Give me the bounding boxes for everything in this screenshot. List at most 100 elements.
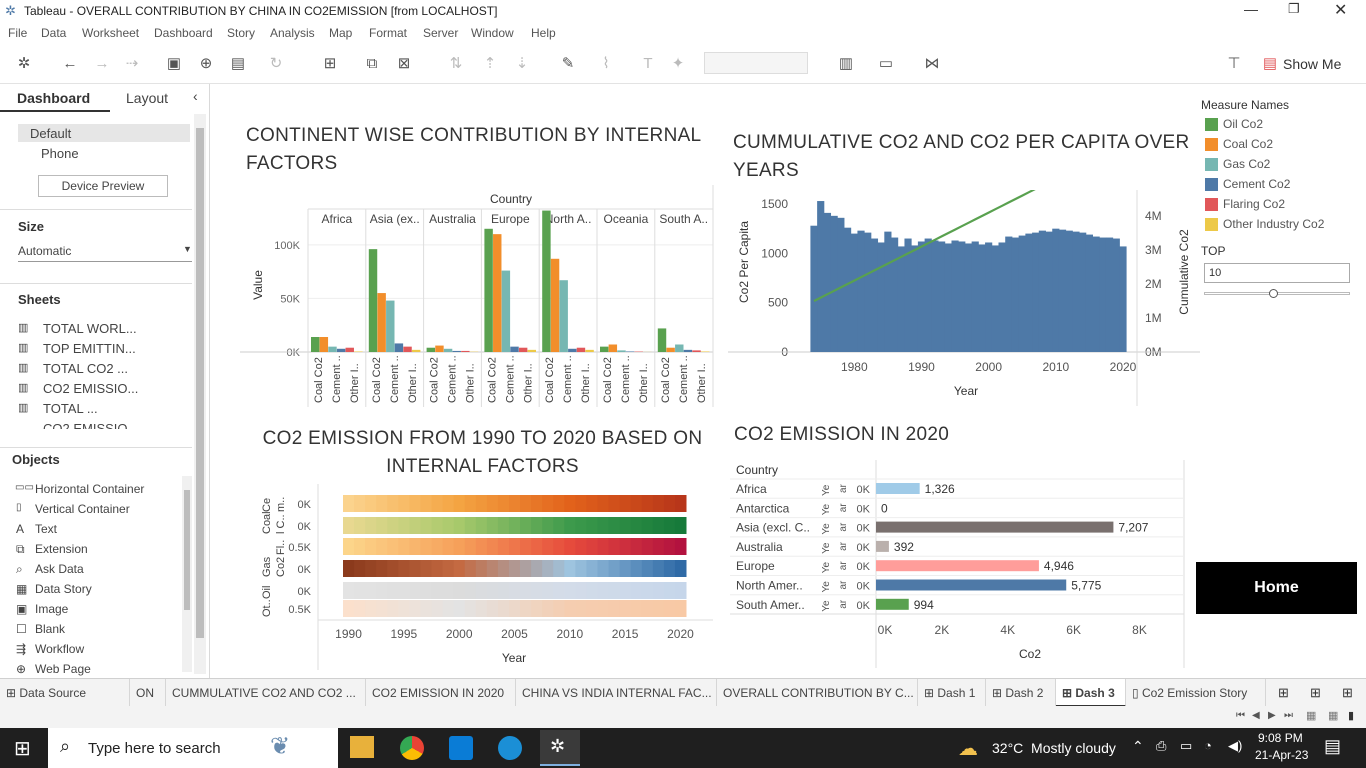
legend-item-label[interactable]: Gas Co2 (1223, 157, 1270, 171)
tab-dash1[interactable]: ⊞ Dash 1 (918, 679, 986, 707)
new-worksheet-icon[interactable]: ⊞ (320, 54, 340, 74)
menu-file[interactable]: File (8, 26, 27, 40)
chrome-icon[interactable] (400, 736, 424, 760)
presentation-icon[interactable]: ▭ (876, 54, 896, 74)
tab-data-source-label[interactable]: Data Source (19, 686, 86, 700)
legend-swatch[interactable] (1205, 158, 1218, 171)
restore-icon[interactable]: ❐ (1288, 1, 1300, 17)
menu-worksheet[interactable]: Worksheet (82, 26, 139, 40)
sheet-item[interactable]: CO2 EMISSIO... (43, 421, 138, 429)
device-default[interactable]: Default (30, 126, 71, 141)
search-placeholder[interactable]: Type here to search (88, 740, 221, 757)
sidebar-scrollbar[interactable] (194, 114, 206, 674)
object-data-story[interactable]: Data Story (35, 582, 92, 596)
weather-text[interactable]: 32°C Mostly cloudy (992, 740, 1116, 756)
tab-dash3[interactable]: ⊞ Dash 3 (1056, 679, 1126, 707)
device-preview-button[interactable]: Device Preview (38, 175, 168, 197)
size-select[interactable]: Automatic (18, 244, 71, 258)
tray-chevron-icon[interactable]: ⌃ (1132, 738, 1144, 755)
highlight-icon[interactable]: ✎ (558, 54, 578, 74)
object-blank[interactable]: Blank (35, 622, 65, 636)
legend-swatch[interactable] (1205, 198, 1218, 211)
labels-icon[interactable]: T (638, 54, 658, 74)
chart4-svg[interactable]: CountryAfrica Ye ar 0K 1,326Antarctica Ye ar 0K… (728, 456, 1193, 674)
legend-item-label[interactable]: Oil Co2 (1223, 117, 1263, 131)
tab-story[interactable]: ▯ Co2 Emission Story (1126, 679, 1266, 707)
sheet-item[interactable]: TOTAL WORL... (43, 321, 137, 336)
menu-map[interactable]: Map (329, 26, 352, 40)
device-phone[interactable]: Phone (41, 146, 79, 161)
tab-cumulative[interactable]: CUMMULATIVE CO2 AND CO2 ... (166, 679, 366, 707)
menu-format[interactable]: Format (369, 26, 407, 40)
group-icon[interactable]: ⌇ (596, 54, 616, 74)
save-icon[interactable]: ▣ (164, 54, 184, 74)
show-cards-icon[interactable]: ▥ (836, 54, 856, 74)
battery-icon[interactable]: ▭ (1180, 738, 1192, 754)
tab-layout[interactable]: Layout (126, 90, 168, 106)
slider-handle[interactable] (1269, 289, 1278, 298)
meet-icon[interactable]: ⎙ (1156, 738, 1166, 754)
legend-item-label[interactable]: Other Industry Co2 (1223, 217, 1324, 231)
tab-data-source[interactable]: ⊞ Data Source (0, 679, 130, 707)
taskbar-search[interactable]: ⌕ Type here to search ❦ (48, 728, 338, 768)
close-icon[interactable]: ✕ (1334, 0, 1347, 20)
fix-axes-icon[interactable]: ✦ (668, 54, 688, 74)
menu-data[interactable]: Data (41, 26, 66, 40)
object-horizontal-container[interactable]: Horizontal Container (35, 482, 144, 496)
tab-dash2-label[interactable]: Dash 2 (1005, 686, 1043, 700)
legend-swatch[interactable] (1205, 178, 1218, 191)
tab-dash2[interactable]: ⊞ Dash 2 (986, 679, 1056, 707)
worksheet-format-icon[interactable]: ⊤ (1224, 54, 1244, 74)
menu-help[interactable]: Help (531, 26, 556, 40)
tab-dashboard[interactable]: Dashboard (17, 90, 90, 106)
tab-china-vs-india[interactable]: CHINA VS INDIA INTERNAL FAC... (516, 679, 717, 707)
menu-window[interactable]: Window (471, 26, 514, 40)
home-button[interactable]: Home (1196, 562, 1357, 614)
top-filter-input[interactable]: 10 (1204, 263, 1350, 283)
object-web-page[interactable]: Web Page (35, 662, 91, 676)
show-filmstrip-icon[interactable]: ▦ (1306, 709, 1316, 722)
show-sheet-sorter-icon[interactable]: ▦ (1328, 709, 1338, 722)
clear-sheet-icon[interactable]: ⊠ (394, 54, 414, 74)
file-explorer-icon[interactable] (350, 736, 374, 758)
new-story-tab-icon[interactable]: ⊞ (1342, 685, 1353, 701)
object-extension[interactable]: Extension (35, 542, 88, 556)
legend-item-label[interactable]: Cement Co2 (1223, 177, 1290, 191)
edge-icon[interactable] (498, 736, 522, 760)
tab-story-label[interactable]: Co2 Emission Story (1142, 686, 1247, 700)
minimize-icon[interactable]: — (1244, 1, 1258, 17)
tableau-home-icon[interactable]: ✲ (14, 54, 34, 74)
sort-desc-icon[interactable]: ⇣ (512, 54, 532, 74)
show-tabs-icon[interactable]: ▮ (1348, 709, 1354, 722)
legend-swatch[interactable] (1205, 118, 1218, 131)
swap-rows-icon[interactable]: ⇅ (446, 54, 466, 74)
sheet-item[interactable]: TOTAL CO2 ... (43, 361, 128, 376)
tab-overall-contribution[interactable]: OVERALL CONTRIBUTION BY C... (717, 679, 918, 707)
new-worksheet-tab-icon[interactable]: ⊞ (1278, 685, 1289, 701)
share-icon[interactable]: ⋈ (922, 54, 942, 74)
objects-scrollbar[interactable] (182, 476, 192, 672)
clock-time[interactable]: 9:08 PM (1258, 731, 1303, 745)
tableau-taskbar-item[interactable]: ✲ (540, 730, 580, 766)
chart3-svg[interactable]: 0K 0K 0.5K 0K 0K 0.5K Ot..OilCo2GasFl..Coal l C… (248, 484, 718, 674)
legend-item-label[interactable]: Flaring Co2 (1223, 197, 1285, 211)
object-ask-data[interactable]: Ask Data (35, 562, 84, 576)
fit-dropdown[interactable] (704, 52, 808, 74)
legend-item-label[interactable]: Coal Co2 (1223, 137, 1273, 151)
menu-story[interactable]: Story (227, 26, 255, 40)
notifications-icon[interactable]: ▤ (1324, 736, 1341, 757)
chart2-svg[interactable]: Co2 Per Capita Cumulative Co2050010001500… (728, 190, 1208, 408)
show-me-icon[interactable]: ▤ (1260, 54, 1280, 74)
wifi-icon[interactable]: ◔ (1204, 738, 1212, 753)
new-dashboard-tab-icon[interactable]: ⊞ (1310, 685, 1321, 701)
object-image[interactable]: Image (35, 602, 68, 616)
show-me-button[interactable]: Show Me (1283, 56, 1341, 72)
chart1-svg[interactable]: Country Value 0K 50K 100K Africa Coal Co2 Cemen… (240, 185, 720, 410)
sort-asc-icon[interactable]: ⇡ (480, 54, 500, 74)
first-sheet-icon[interactable]: ⏮ (1236, 710, 1245, 721)
object-vertical-container[interactable]: Vertical Container (35, 502, 130, 516)
store-icon[interactable] (449, 736, 473, 760)
menu-dashboard[interactable]: Dashboard (154, 26, 213, 40)
legend-swatch[interactable] (1205, 138, 1218, 151)
windows-start-icon[interactable]: ⊞ (14, 736, 31, 761)
